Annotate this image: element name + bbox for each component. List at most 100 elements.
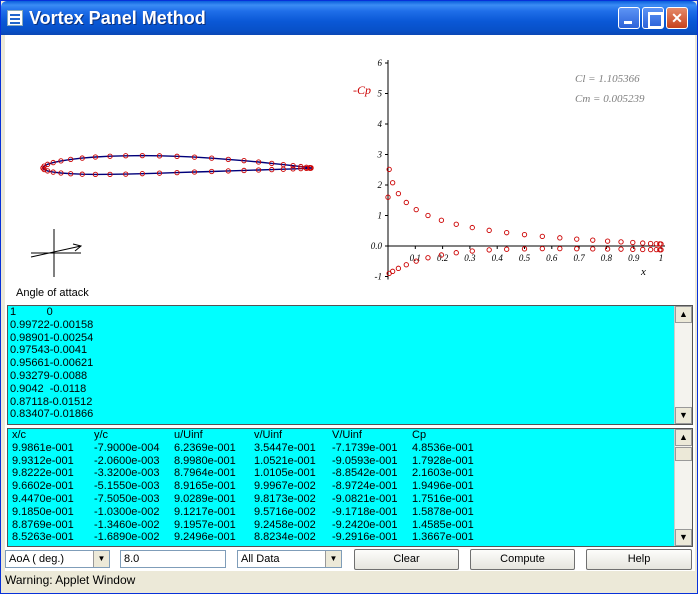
results-scrollbar[interactable]: ▲ ▼ [674,429,692,546]
results-cell: -5.1550e-003 [94,480,160,493]
cp-x-tick-label: 0.5 [519,253,531,263]
results-cell: 9.9312e-001 [12,454,74,467]
results-header-row: x/c y/c u/Uinf v/Uinf V/Uinf Cp [10,429,670,442]
compute-button[interactable]: Compute [470,549,575,570]
results-cell: 9.2458e-002 [254,518,316,531]
airfoil-plot [40,152,314,178]
results-cell: 1.0105e-001 [254,467,316,480]
results-cell: -9.2420e-001 [332,518,398,531]
results-cell: -1.0300e-002 [94,505,160,518]
coordinate-line: 0.87118-0.01512 [10,395,93,408]
results-header-cell: V/Uinf [332,429,362,441]
angle-of-attack-label: Angle of attack [16,287,89,299]
results-cell: -1.6890e-002 [94,531,160,544]
data-select-value: All Data [241,553,280,565]
results-cell: -2.0600e-003 [94,454,160,467]
cp-x-tick-label: 1 [659,253,664,263]
angle-of-attack-indicator [30,229,83,277]
parameter-select[interactable]: AoA ( deg.) ▼ [5,550,110,568]
cp-lower-point [403,262,409,268]
cp-upper-point [630,239,636,246]
cp-x-tick-label: 0.9 [628,253,640,263]
scroll-up-icon[interactable]: ▲ [675,306,692,323]
cp-lower-point [390,268,396,274]
title-bar[interactable]: Vortex Panel Method ✕ [1,1,697,35]
coordinate-line: 1 0 [10,306,53,318]
scroll-down-icon[interactable]: ▼ [675,407,692,424]
chevron-down-icon[interactable]: ▼ [93,551,109,567]
results-cell: -9.1718e-001 [332,505,398,518]
results-textarea[interactable]: x/c y/c u/Uinf v/Uinf V/Uinf Cp 9.9861e-001 -7.… [7,428,693,547]
cp-upper-point [390,180,396,186]
results-cell: 9.1957e-001 [174,518,236,531]
results-header-cell: x/c [12,429,27,441]
app-icon [7,10,23,26]
cp-upper-point [647,240,654,247]
cp-axis-label: -Cp [353,83,371,97]
cp-upper-point [574,236,580,242]
results-cell: 9.5716e-002 [254,505,316,518]
maximize-button[interactable] [642,7,664,29]
results-row: 9.4470e-001 -7.5050e-003 9.0289e-001 9.8173… [10,493,670,506]
results-cell: 9.9967e-002 [254,480,316,493]
data-select[interactable]: All Data ▼ [237,550,342,568]
cp-x-tick-label: 0.1 [410,253,421,263]
coordinate-line: 0.83407-0.01866 [10,408,94,421]
cp-x-tick-label: 0.7 [573,253,585,263]
coordinates-textarea[interactable]: 1 0 0.99722-0.00158 0.98901-0.00254 0.97543… [7,305,693,425]
cp-upper-point [640,240,646,246]
angle-input[interactable] [120,550,226,568]
cp-upper-point [469,224,475,231]
control-bar: AoA ( deg.) ▼ All Data ▼ Clear Compute H… [5,548,695,571]
results-cell: 3.5447e-001 [254,441,316,454]
coordinate-line: 0.98901-0.00254 [10,331,94,344]
results-cell: 1.4585e-001 [412,518,474,531]
applet-window: Vortex Panel Method ✕ 6 5 4 3 2 1 0.0 -1 0.1 0.2 0… [0,0,698,594]
chevron-down-icon[interactable]: ▼ [325,551,341,567]
results-row: 9.9312e-001 -2.0600e-003 8.9980e-001 1.0521… [10,455,670,468]
help-button[interactable]: Help [586,549,692,570]
results-cell: 9.8173e-002 [254,492,316,505]
results-cell: 9.1850e-001 [12,505,74,518]
results-cell: 9.8222e-001 [12,467,74,480]
results-cell: 8.5263e-001 [12,531,74,544]
status-bar: Warning: Applet Window [5,573,136,587]
cp-lower-point [630,246,636,252]
cp-lower-point [574,246,580,252]
scroll-down-icon[interactable]: ▼ [675,529,692,546]
results-cell: 9.4470e-001 [12,492,74,505]
cp-y-tick-label: 4 [378,119,383,129]
results-cell: 9.1217e-001 [174,505,236,518]
cp-lower-point [557,245,563,252]
results-cell: 9.2496e-001 [174,531,236,544]
coordinates-scrollbar[interactable]: ▲ ▼ [674,306,692,424]
cp-lower-point [425,255,431,261]
cp-lower-point [647,246,654,253]
cp-upper-point [590,237,596,243]
cp-upper-point [504,230,510,236]
results-header-cell: Cp [412,429,427,441]
cp-x-tick-label: 0.4 [492,253,504,263]
clear-button[interactable]: Clear [354,549,459,570]
coordinate-line: 0.95661-0.00621 [10,357,94,370]
results-cell: 6.2369e-001 [174,441,236,454]
results-header-cell: y/c [94,429,109,441]
results-cell: -1.3460e-002 [94,518,160,531]
coordinates-text: 1 0 0.99722-0.00158 0.98901-0.00254 0.97543… [10,306,670,424]
cp-upper-point [604,238,611,244]
cp-y-tick-label: 2 [378,180,383,190]
results-row: 9.6602e-001 -5.1550e-003 8.9165e-001 9.9967… [10,480,670,493]
minimize-button[interactable] [618,7,640,29]
scroll-up-icon[interactable]: ▲ [675,429,692,446]
results-cell: 2.1603e-001 [412,467,474,480]
cp-lower-point [539,245,545,252]
x-axis-label: x [640,266,646,278]
results-cell: -3.3200e-003 [94,467,160,480]
close-button[interactable]: ✕ [666,7,688,29]
results-cell: -9.0821e-001 [332,492,398,505]
scroll-thumb[interactable] [675,447,692,461]
results-cell: -8.9724e-001 [332,480,398,493]
cp-upper-point [557,235,563,241]
coordinate-line: 0.9042 -0.0118 [10,382,87,395]
cm-value: Cm = 0.005239 [575,93,645,105]
